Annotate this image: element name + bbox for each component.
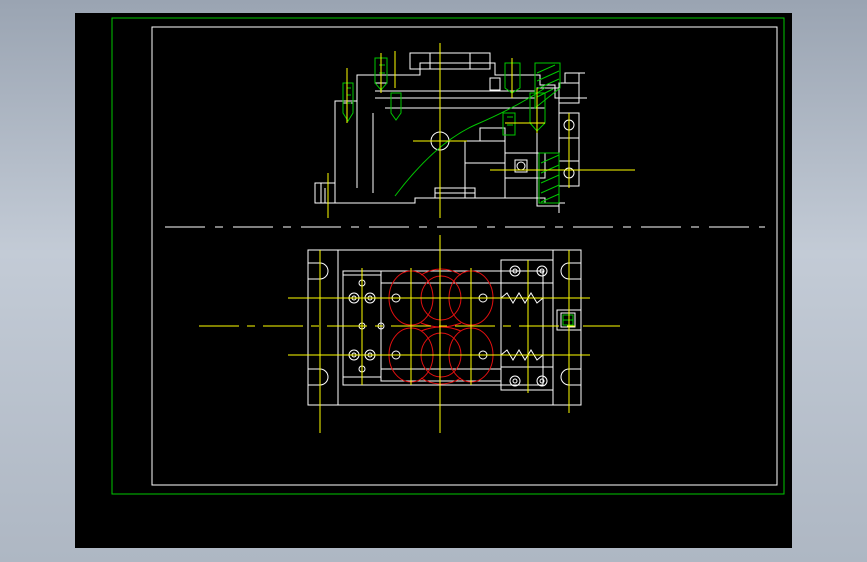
plan-view-centerlines bbox=[199, 235, 620, 433]
drawing-border-inner bbox=[151, 26, 778, 486]
section-hatching bbox=[342, 57, 561, 204]
plan-view-green-part bbox=[562, 314, 574, 326]
drawing-border-outer bbox=[111, 17, 785, 495]
cad-viewport[interactable] bbox=[75, 13, 792, 548]
mold-assembly-drawing bbox=[111, 17, 785, 495]
